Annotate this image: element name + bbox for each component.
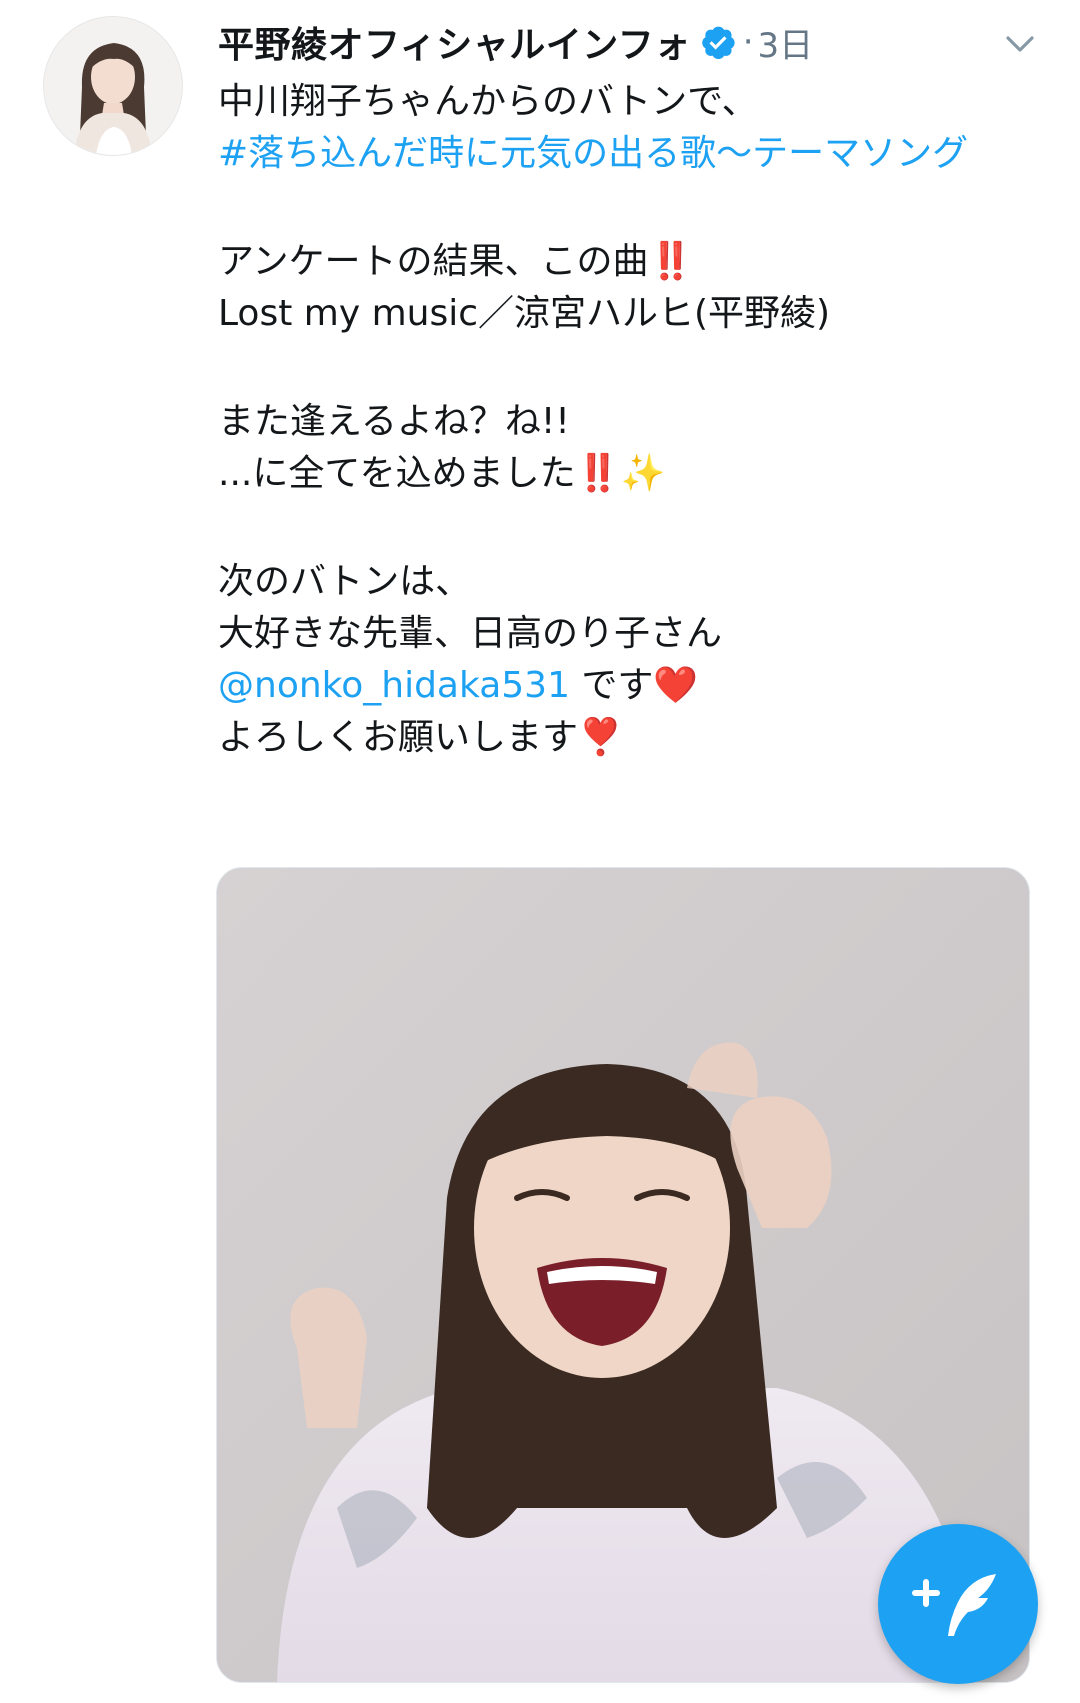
tweet-line-5: また逢えるよね？ね!! <box>218 401 570 442</box>
tweet-line-10-text: よろしくお願いします <box>218 717 579 758</box>
tweet-header: 平野綾オフィシャルインフォ · 3日 <box>218 14 813 70</box>
mention-link[interactable]: @nonko_hidaka531 <box>218 665 570 706</box>
sparkles-emoji: ✨ <box>620 453 666 494</box>
compose-tweet-button[interactable] <box>878 1524 1038 1684</box>
tweet-line-6-text: ...に全てを込めました <box>218 453 576 494</box>
double-exclamation-emoji: ‼️ <box>648 241 694 282</box>
double-exclamation-emoji: ‼️ <box>575 453 621 494</box>
avatar-photo <box>44 17 182 155</box>
tweet-line-7: 次のバトンは、 <box>218 561 472 602</box>
tweet-line-8: 大好きな先輩、日高のり子さん <box>218 613 723 654</box>
tweet-line-1: 中川翔子ちゃんからのバトンで、 <box>218 81 758 122</box>
compose-tweet-icon <box>912 1574 996 1636</box>
tweet-line-9-suffix: です <box>569 665 654 706</box>
tweet-line-3-text: アンケートの結果、この曲 <box>218 241 649 282</box>
tweet[interactable]: 平野綾オフィシャルインフォ · 3日 中川翔子ちゃんからのバトンで、 #落ち込ん… <box>0 0 1080 1703</box>
tweet-line-9: @nonko_hidaka531 です❤️ <box>218 660 1028 712</box>
tweet-line-3: アンケートの結果、この曲‼️ <box>218 236 1028 288</box>
tweet-timestamp[interactable]: 3日 <box>758 18 814 67</box>
tweet-line-4: Lost my music／涼宮ハルヒ(平野綾) <box>218 293 831 334</box>
tweet-text: 中川翔子ちゃんからのバトンで、 #落ち込んだ時に元気の出る歌〜テーマソング アン… <box>218 76 1028 764</box>
hashtag-link[interactable]: #落ち込んだ時に元気の出る歌〜テーマソング <box>218 128 1028 180</box>
tweet-line-6: ...に全てを込めました‼️✨ <box>218 448 1028 500</box>
red-heart-emoji: ❤️ <box>653 665 699 706</box>
author-name[interactable]: 平野綾オフィシャルインフォ <box>218 16 691 68</box>
tweet-line-10: よろしくお願いします❣️ <box>218 712 1028 764</box>
verified-badge-icon <box>699 23 737 61</box>
author-avatar[interactable] <box>43 16 183 156</box>
header-separator: · <box>742 22 754 62</box>
heart-exclamation-emoji: ❣️ <box>578 717 623 758</box>
chevron-down-icon[interactable] <box>1000 24 1040 64</box>
